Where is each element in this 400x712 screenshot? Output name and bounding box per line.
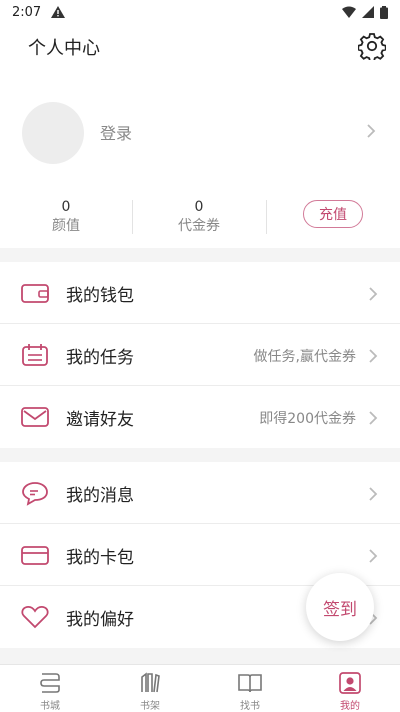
stat-beauty[interactable]: 0 颜值 bbox=[0, 198, 132, 236]
signal-icon bbox=[362, 6, 374, 18]
warning-icon bbox=[51, 6, 66, 18]
wallet-icon bbox=[21, 284, 49, 303]
task-calendar-icon bbox=[22, 344, 48, 366]
tab-label: 我的 bbox=[340, 701, 360, 712]
checkin-button[interactable]: 签到 bbox=[306, 573, 374, 641]
page-title: 个人中心 bbox=[28, 38, 100, 59]
menu-item-invite[interactable]: 邀请好友 即得200代金券 bbox=[0, 386, 400, 448]
bookshelf-icon bbox=[141, 672, 160, 693]
wifi-icon bbox=[342, 6, 356, 18]
chevron-right-icon[interactable] bbox=[366, 123, 376, 139]
profile-card: 登录 0 颜值 0 代金券 充值 bbox=[0, 70, 400, 248]
chevron-right-icon bbox=[369, 487, 378, 501]
menu-hint: 做任务,赢代金券 bbox=[253, 349, 356, 365]
chat-bubble-icon bbox=[22, 482, 48, 506]
divider bbox=[266, 200, 267, 234]
stats-row: 0 颜值 0 代金券 充值 bbox=[0, 198, 400, 242]
open-book-icon bbox=[238, 674, 262, 693]
chevron-right-icon bbox=[369, 349, 378, 363]
settings-gear-icon[interactable] bbox=[358, 32, 386, 60]
envelope-icon bbox=[21, 407, 49, 427]
tab-label: 书城 bbox=[40, 701, 60, 712]
menu-label: 我的任务 bbox=[66, 348, 134, 368]
tab-find-book[interactable]: 找书 bbox=[200, 665, 300, 712]
beauty-label: 颜值 bbox=[52, 218, 80, 234]
bookstore-icon bbox=[40, 673, 60, 693]
recharge-button[interactable]: 充值 bbox=[303, 200, 363, 228]
menu-item-wallet[interactable]: 我的钱包 bbox=[0, 262, 400, 324]
tab-bookshelf[interactable]: 书架 bbox=[100, 665, 200, 712]
card-icon bbox=[21, 546, 49, 565]
stat-voucher[interactable]: 0 代金券 bbox=[133, 198, 265, 236]
menu-label: 邀请好友 bbox=[66, 410, 134, 430]
voucher-label: 代金券 bbox=[178, 218, 220, 234]
chevron-right-icon bbox=[369, 549, 378, 563]
tab-label: 书架 bbox=[140, 701, 160, 712]
menu-label: 我的钱包 bbox=[66, 286, 134, 306]
chevron-right-icon bbox=[369, 287, 378, 301]
menu-item-tasks[interactable]: 我的任务 做任务,赢代金券 bbox=[0, 324, 400, 386]
battery-icon bbox=[380, 5, 388, 19]
status-time: 2:07 bbox=[12, 4, 42, 20]
tab-label: 找书 bbox=[240, 701, 260, 712]
beauty-value: 0 bbox=[61, 199, 71, 215]
menu-item-messages[interactable]: 我的消息 bbox=[0, 462, 400, 524]
menu-label: 我的卡包 bbox=[66, 548, 134, 568]
status-bar: 2:07 bbox=[0, 0, 400, 24]
app-header: 个人中心 bbox=[0, 24, 400, 70]
chevron-right-icon bbox=[369, 411, 378, 425]
menu-label: 我的消息 bbox=[66, 486, 134, 506]
menu-label: 我的偏好 bbox=[66, 610, 134, 630]
login-link[interactable]: 登录 bbox=[100, 120, 132, 144]
tab-bookstore[interactable]: 书城 bbox=[0, 665, 100, 712]
profile-icon bbox=[339, 672, 361, 694]
bottom-tab-bar: 书城 书架 找书 我的 bbox=[0, 664, 400, 712]
tab-mine[interactable]: 我的 bbox=[300, 665, 400, 712]
menu-hint: 即得200代金券 bbox=[259, 411, 356, 427]
avatar[interactable] bbox=[22, 102, 84, 164]
voucher-value: 0 bbox=[194, 199, 204, 215]
heart-icon bbox=[21, 606, 49, 629]
menu-group-account: 我的钱包 我的任务 做任务,赢代金券 邀请好友 即得200代金券 bbox=[0, 262, 400, 448]
